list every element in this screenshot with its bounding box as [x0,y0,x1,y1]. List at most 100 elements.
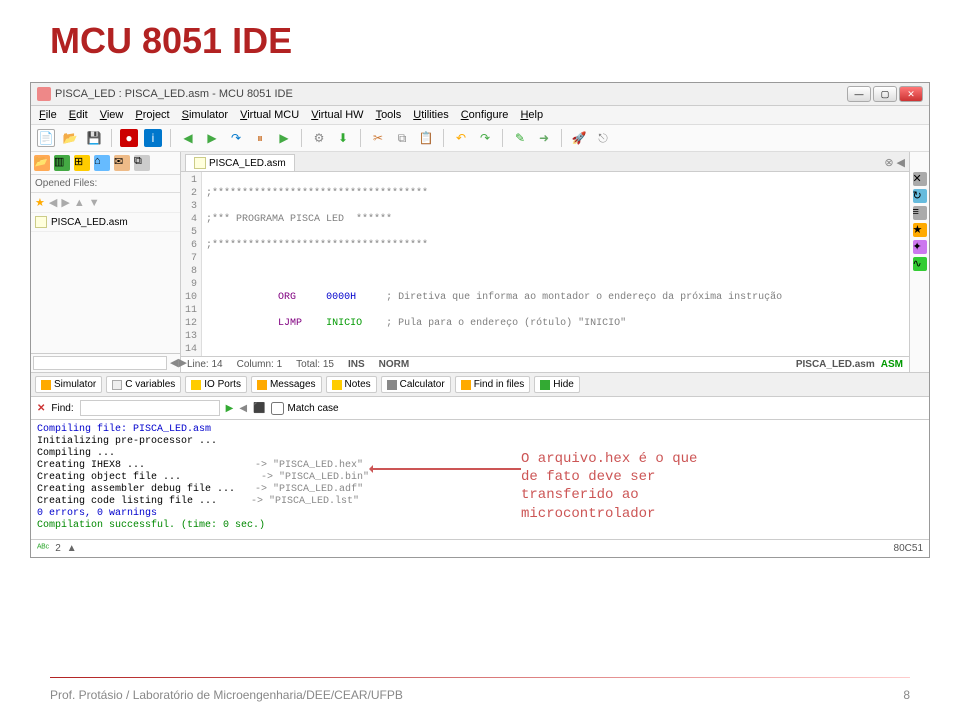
play-icon[interactable]: ▶ [275,129,293,147]
code-lines[interactable]: ;************************************ ;*… [202,172,909,356]
menu-tools[interactable]: Tools [376,109,402,121]
out-line: Creating object file ...-> "PISCA_LED.bi… [37,472,923,484]
exit-icon[interactable]: ⎋ [594,129,612,147]
panel-open-icon[interactable]: 📂 [34,155,50,171]
bottom-tabs: Simulator C variables IO Ports Messages … [31,372,929,396]
menubar: File Edit View Project Simulator Virtual… [31,106,929,125]
panel-home-icon[interactable]: ⌂ [94,155,110,171]
footer-up-icon[interactable]: ▲ [67,543,77,554]
menu-virtual-hw[interactable]: Virtual HW [311,109,363,121]
rb-settings-icon[interactable]: ✦ [913,240,927,254]
menu-project[interactable]: Project [135,109,169,121]
menu-virtual-mcu[interactable]: Virtual MCU [240,109,299,121]
open-icon[interactable]: 📂 [61,129,79,147]
tab-close-icon[interactable]: ⊗ [884,156,893,169]
callout-arrow [371,468,521,470]
right-icon-bar: ✕ ↻ ≡ ★ ✦ ∿ [909,152,929,372]
status-file: PISCA_LED.asm [796,359,875,370]
menu-configure[interactable]: Configure [461,109,509,121]
slide-title: MCU 8051 IDE [0,0,960,72]
minimize-button[interactable]: — [847,86,871,102]
find-close-icon[interactable]: ✕ [37,403,45,414]
out-line: Compiling ... [37,448,923,460]
btab-findfiles[interactable]: Find in files [455,376,531,393]
save-icon[interactable]: 💾 [85,129,103,147]
btab-messages[interactable]: Messages [251,376,322,393]
cut-icon[interactable]: ✂ [369,129,387,147]
find-prev-icon[interactable]: ◀ [239,403,247,414]
titlebar: PISCA_LED : PISCA_LED.asm - MCU 8051 IDE… [31,83,929,106]
menu-utilities[interactable]: Utilities [413,109,448,121]
menu-simulator[interactable]: Simulator [182,109,228,121]
close-button[interactable]: ✕ [899,86,923,102]
out-line: Compiling file: PISCA_LED.asm [37,424,923,436]
line-gutter: 123456789101112131415 [181,172,202,356]
rb-refresh-icon[interactable]: ↻ [913,189,927,203]
footer-author: Prof. Protásio / Laboratório de Microeng… [50,688,403,702]
rb-chart-icon[interactable]: ∿ [913,257,927,271]
edit-icon[interactable]: ✎ [511,129,529,147]
back-icon[interactable]: ◀ [179,129,197,147]
abc-icon[interactable]: ᴬᴮᶜ [37,543,49,554]
gear-icon[interactable]: ⚙ [310,129,328,147]
new-icon[interactable]: 📄 [37,129,55,147]
menu-file[interactable]: File [39,109,57,121]
undo-icon[interactable]: ↶ [452,129,470,147]
btab-simulator[interactable]: Simulator [35,376,102,393]
go-icon[interactable]: ➜ [535,129,553,147]
nav-up-icon[interactable]: ▲ [74,197,85,209]
find-label: Find: [51,403,73,414]
copy-icon[interactable]: ⧉ [393,129,411,147]
redo-icon[interactable]: ↷ [476,129,494,147]
rocket-icon[interactable]: 🚀 [570,129,588,147]
app-window: PISCA_LED : PISCA_LED.asm - MCU 8051 IDE… [30,82,930,558]
maximize-button[interactable]: ▢ [873,86,897,102]
menu-view[interactable]: View [100,109,124,121]
panel-mail-icon[interactable]: ✉ [114,155,130,171]
asm-file-icon [35,216,47,228]
find-input[interactable] [80,400,220,416]
file-name: PISCA_LED.asm [51,217,128,228]
btab-calc[interactable]: Calculator [381,376,451,393]
info-icon[interactable]: i [144,129,162,147]
file-entry[interactable]: PISCA_LED.asm [31,213,180,232]
nav-left-icon[interactable]: ◀ [49,196,57,209]
tab-prev-icon[interactable]: ◀ [897,156,905,169]
editor-panel: PISCA_LED.asm ⊗ ◀ 123456789101112131415 … [181,152,909,372]
main-toolbar: 📄 📂 💾 ● i ◀ ▶ ↷ ⏸ ▶ ⚙ ⬇ ✂ ⧉ 📋 ↶ ↷ ✎ ➜ 🚀 … [31,125,929,152]
btab-ioports[interactable]: IO Ports [185,376,247,393]
nav-down-icon[interactable]: ▼ [89,197,100,209]
panel-panel-icon[interactable]: ▥ [54,155,70,171]
rb-close-icon[interactable]: ✕ [913,172,927,186]
rb-list-icon[interactable]: ≡ [913,206,927,220]
menu-help[interactable]: Help [520,109,543,121]
callout-text: O arquivo.hex é o que de fato deve ser t… [521,450,701,523]
btab-notes[interactable]: Notes [326,376,377,393]
star-icon[interactable]: ★ [35,196,45,209]
menu-edit[interactable]: Edit [69,109,88,121]
panel-search-input[interactable] [33,356,167,370]
match-case-label: Match case [287,403,338,414]
code-area[interactable]: 123456789101112131415 ;*****************… [181,172,909,356]
forward-icon[interactable]: ▶ [203,129,221,147]
tab-file-icon [194,157,206,169]
stop-icon[interactable]: ● [120,129,138,147]
btab-cvars[interactable]: C variables [106,376,181,393]
paste-icon[interactable]: 📋 [417,129,435,147]
find-next-icon[interactable]: ▶ [226,403,234,414]
build-icon[interactable]: ⬇ [334,129,352,147]
status-mode: ASM [881,359,903,370]
out-line: Creating assembler debug file ...-> "PIS… [37,484,923,496]
nav-right-icon[interactable]: ▶ [61,196,69,209]
find-hl-icon[interactable]: ⬛ [253,403,265,414]
step-icon[interactable]: ↷ [227,129,245,147]
status-total: Total: 15 [296,359,334,370]
pause-icon[interactable]: ⏸ [251,129,269,147]
match-case-checkbox[interactable] [271,402,284,415]
panel-add-icon[interactable]: ⊞ [74,155,90,171]
rb-favorite-icon[interactable]: ★ [913,223,927,237]
panel-copy-icon[interactable]: ⧉ [134,155,150,171]
out-line: Compilation successful. (time: 0 sec.) [37,520,923,532]
btab-hide[interactable]: Hide [534,376,580,393]
editor-tab[interactable]: PISCA_LED.asm [185,154,295,171]
